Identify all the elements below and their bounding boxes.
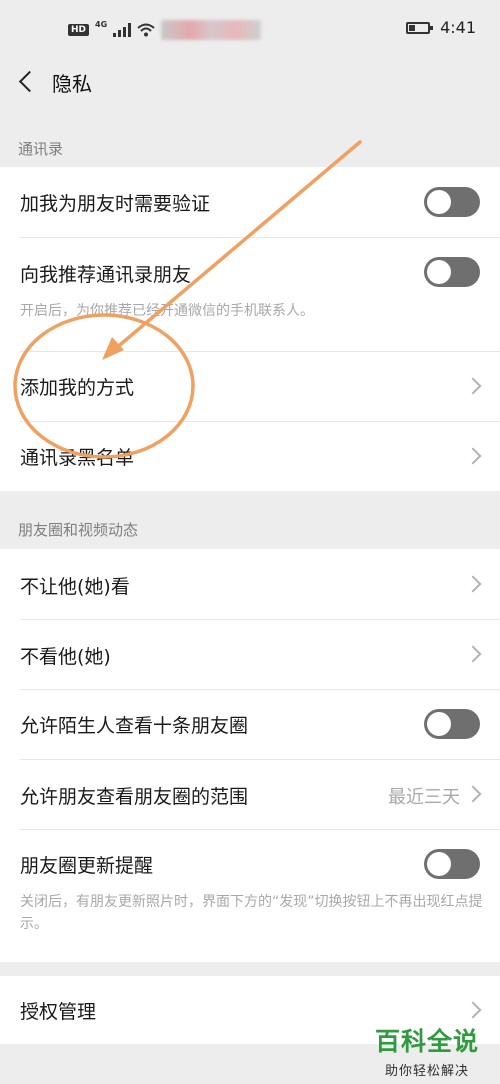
row-label: 授权管理 [20, 1001, 97, 1023]
row-hide-from[interactable]: 不让他(她)看 [0, 549, 500, 619]
chevron-right-icon [467, 1004, 479, 1016]
row-hide-their-posts[interactable]: 不看他(她) [0, 619, 500, 689]
visible-range-value: 最近三天 [388, 787, 460, 808]
row-add-me-methods[interactable]: 添加我的方式 [0, 351, 500, 421]
friend-verification-toggle[interactable] [424, 187, 480, 217]
row-friend-verification[interactable]: 加我为朋友时需要验证 [0, 167, 500, 237]
row-contacts-blacklist[interactable]: 通讯录黑名单 [0, 421, 500, 491]
chevron-right-icon [467, 578, 479, 590]
section-label-moments: 朋友圈和视频动态 [18, 521, 139, 539]
network-type: 4G [95, 19, 108, 29]
page-title: 隐私 [52, 72, 92, 96]
row-moments-update-reminder[interactable]: 朋友圈更新提醒 关闭后，有朋友更新照片时，界面下方的“发现”切换按钮上不再出现红… [0, 829, 500, 962]
status-bar: HD 4G 4:41 [0, 0, 500, 58]
row-description: 开启后，为你推荐已经开通微信的手机联系人。 [20, 303, 314, 319]
contacts-group: 加我为朋友时需要验证 向我推荐通讯录朋友 开启后，为你推荐已经开通微信的手机联系… [0, 167, 500, 491]
chevron-right-icon [467, 788, 479, 800]
back-arrow-icon[interactable] [14, 68, 42, 96]
watermark-main: 百科全说 [374, 1027, 479, 1056]
chevron-right-icon [467, 648, 479, 660]
row-recommend-contacts[interactable]: 向我推荐通讯录朋友 开启后，为你推荐已经开通微信的手机联系人。 [0, 237, 500, 351]
row-label: 通讯录黑名单 [20, 447, 135, 469]
status-left: HD 4G [68, 19, 262, 40]
status-right: 4:41 [406, 18, 476, 37]
hd-badge: HD [68, 24, 90, 36]
signal-icon [113, 23, 132, 37]
row-label: 添加我的方式 [20, 377, 135, 399]
moments-group: 不让他(她)看 不看他(她) 允许陌生人查看十条朋友圈 允许朋友查看朋友圈的范围… [0, 549, 500, 962]
watermark-sub: 助你轻松解决 [384, 1064, 469, 1079]
chevron-right-icon [467, 450, 479, 462]
stranger-ten-posts-toggle[interactable] [424, 709, 480, 739]
wifi-icon [137, 23, 155, 37]
row-stranger-ten-posts[interactable]: 允许陌生人查看十条朋友圈 [0, 689, 500, 759]
row-label: 不让他(她)看 [20, 576, 130, 598]
row-label: 不看他(她) [20, 646, 111, 668]
chevron-right-icon [467, 380, 479, 392]
moments-update-reminder-toggle[interactable] [424, 849, 480, 879]
row-label: 向我推荐通讯录朋友 [20, 264, 192, 286]
recommend-contacts-toggle[interactable] [424, 257, 480, 287]
row-label: 朋友圈更新提醒 [20, 855, 154, 877]
watermark-logo: 百科全说 助你轻松解决 [368, 1022, 486, 1079]
row-description: 关闭后，有朋友更新照片时，界面下方的“发现”切换按钮上不再出现红点提示。 [20, 894, 483, 932]
section-label-contacts: 通讯录 [18, 140, 64, 158]
nav-bar: 隐私 [0, 58, 500, 108]
battery-icon [406, 21, 434, 34]
row-visible-range[interactable]: 允许朋友查看朋友圈的范围 最近三天 [0, 759, 500, 829]
status-time: 4:41 [440, 18, 476, 37]
row-label: 允许朋友查看朋友圈的范围 [20, 786, 249, 808]
row-label: 允许陌生人查看十条朋友圈 [20, 715, 249, 737]
blurred-carrier-info [161, 20, 262, 40]
row-label: 加我为朋友时需要验证 [20, 193, 211, 215]
